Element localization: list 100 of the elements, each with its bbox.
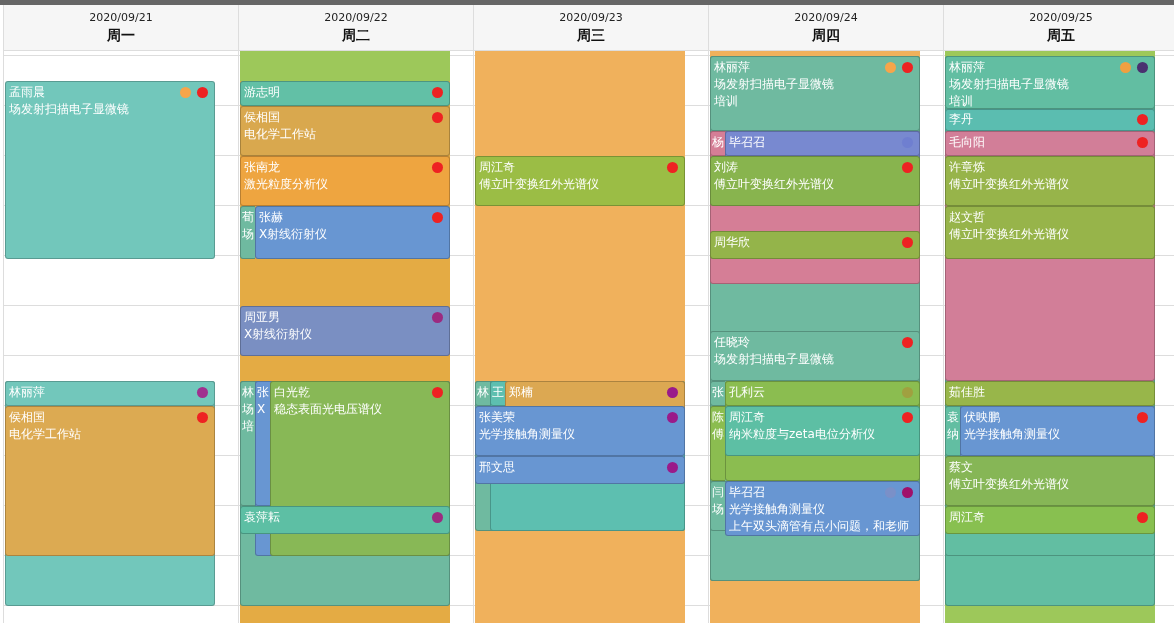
event-detail: 光学接触角测量仪 — [964, 426, 1060, 443]
event-person: 毕召召 — [729, 483, 765, 501]
calendar-event[interactable]: 林丽萍 场发射扫描电子显微镜 培训 — [710, 56, 920, 131]
event-detail: 电化学工作站 — [244, 126, 316, 143]
calendar-event[interactable]: 邢文思 — [475, 456, 685, 484]
calendar-event[interactable]: 张美荣 光学接触角测量仪 — [475, 406, 685, 456]
event-person: 林 — [242, 383, 254, 401]
event-detail: 光学接触角测量仪 — [729, 501, 825, 518]
calendar-event[interactable]: 陈 傅 — [710, 406, 725, 481]
calendar-event[interactable]: 袁萍耘 — [240, 506, 450, 534]
event-person: 张赫 — [259, 208, 283, 226]
calendar-event[interactable]: 任晓玲 场发射扫描电子显微镜 — [710, 331, 920, 381]
event-person: 侯相国 — [244, 108, 280, 126]
calendar-event[interactable]: 毕召召 — [725, 131, 920, 156]
event-person: 任晓玲 — [714, 333, 750, 351]
event-detail: 纳米粒度与zeta电位分析仪 — [729, 426, 875, 443]
calendar-event[interactable]: 袁 纳 — [945, 406, 960, 456]
event-person: 李丹 — [949, 111, 973, 128]
event-person: 周江奇 — [479, 158, 515, 176]
calendar-event[interactable]: 蔡文 傅立叶变换红外光谱仪 — [945, 456, 1155, 506]
calendar-event[interactable]: 林 — [475, 381, 490, 406]
day-weekday: 周三 — [577, 26, 605, 45]
calendar-event[interactable]: 李丹 — [945, 108, 1155, 131]
calendar-event[interactable]: 周江奇 傅立叶变换红外光谱仪 — [475, 156, 685, 206]
event-detail: 傅立叶变换红外光谱仪 — [714, 176, 834, 193]
calendar-event[interactable]: 荀 场 — [240, 206, 255, 259]
calendar-event[interactable]: 林丽萍 — [5, 381, 215, 406]
calendar-event[interactable]: 周华欣 — [710, 231, 920, 259]
event-person: 蔡文 — [949, 458, 973, 476]
event-person: 周亚男 — [244, 308, 280, 326]
calendar-event[interactable]: 茹佳胜 — [945, 381, 1155, 406]
calendar-event[interactable]: 王 — [490, 381, 505, 406]
calendar-event[interactable]: 孔利云 — [725, 381, 920, 406]
event-person: 邢文思 — [479, 458, 515, 476]
calendar-event[interactable]: 周江奇 纳米粒度与zeta电位分析仪 — [725, 406, 920, 456]
calendar-event[interactable]: 许章炼 傅立叶变换红外光谱仪 — [945, 156, 1155, 206]
event-detail: 上午双头滴管有点小问题，和老师 — [729, 518, 909, 535]
event-person: 林丽萍 — [949, 58, 985, 76]
calendar-event[interactable]: 刘涛 傅立叶变换红外光谱仪 — [710, 156, 920, 206]
calendar-event[interactable]: 林丽萍 场发射扫描电子显微镜 培训 — [945, 56, 1155, 109]
day-date: 2020/09/25 — [1029, 10, 1093, 24]
event-person: 孟雨晨 — [9, 83, 45, 101]
calendar-event[interactable]: 伏映鹏 光学接触角测量仪 — [960, 406, 1155, 456]
event-person: 杨 — [712, 133, 724, 151]
calendar-event[interactable]: 林 场 培 — [240, 381, 255, 506]
calendar-event[interactable]: 张 — [710, 381, 725, 406]
event-detail: 傅立叶变换红外光谱仪 — [949, 476, 1069, 493]
event-person: 张 — [257, 383, 269, 401]
calendar-event[interactable]: 毛向阳 — [945, 131, 1155, 156]
event-person: 伏映鹏 — [964, 408, 1000, 426]
calendar-event[interactable]: 张南龙 激光粒度分析仪 — [240, 156, 450, 206]
event-person: 茹佳胜 — [949, 383, 985, 401]
event-detail: 傅立叶变换红外光谱仪 — [949, 176, 1069, 193]
event-person: 侯相国 — [9, 408, 45, 426]
event-person: 林丽萍 — [714, 58, 750, 76]
calendar-event[interactable]: 张赫 X射线衍射仪 — [255, 206, 450, 259]
event-person: 赵文哲 — [949, 208, 985, 226]
event-person: 张 — [712, 383, 724, 401]
calendar-event[interactable]: 张 X — [255, 381, 270, 506]
calendar-event[interactable]: 毕召召 光学接触角测量仪 上午双头滴管有点小问题，和老师 — [725, 481, 920, 536]
calendar-event[interactable]: 杨 — [710, 131, 725, 156]
event-person: 周江奇 — [949, 508, 985, 526]
event-detail: 培训 — [714, 93, 738, 110]
day-date: 2020/09/22 — [324, 10, 388, 24]
event-detail: 场发射扫描电子显微镜 — [714, 76, 834, 93]
calendar-event[interactable]: 侯相国 电化学工作站 — [240, 106, 450, 156]
event-detail: 培训 — [949, 93, 973, 108]
event-person: 毛向阳 — [949, 133, 985, 151]
event-person: 林 — [477, 383, 489, 401]
event-person: 荀 — [242, 208, 254, 226]
calendar-event[interactable]: 游志明 — [240, 81, 450, 106]
event-detail: 场 — [712, 501, 724, 518]
event-detail: 培 — [242, 418, 254, 435]
calendar-event[interactable]: 孟雨晨 场发射扫描电子显微镜 — [5, 81, 215, 259]
event-person: 毕召召 — [729, 133, 765, 151]
event-detail: 激光粒度分析仪 — [244, 176, 328, 193]
event-person: 周江奇 — [729, 408, 765, 426]
calendar-event[interactable]: 周江奇 — [945, 506, 1155, 534]
event-person: 袁 — [947, 408, 959, 426]
event-detail: 傅立叶变换红外光谱仪 — [479, 176, 599, 193]
day-weekday: 周一 — [107, 26, 135, 45]
calendar-event[interactable]: 周亚男 X射线衍射仪 — [240, 306, 450, 356]
event-detail: 光学接触角测量仪 — [479, 426, 575, 443]
event-person: 王 — [492, 383, 504, 401]
event-detail: X射线衍射仪 — [244, 326, 313, 343]
day-date: 2020/09/21 — [89, 10, 153, 24]
event-person: 郑楠 — [509, 383, 533, 401]
calendar-event[interactable]: 赵文哲 傅立叶变换红外光谱仪 — [945, 206, 1155, 259]
event-person: 周华欣 — [714, 233, 750, 251]
event-detail: 场 — [242, 401, 254, 418]
day-weekday: 周二 — [342, 26, 370, 45]
event-detail: X — [257, 401, 266, 418]
event-person: 陈 — [712, 408, 724, 426]
event-person: 张南龙 — [244, 158, 280, 176]
event-detail: 场 — [242, 226, 254, 243]
calendar-event[interactable]: 闫 场 — [710, 481, 725, 531]
event-detail: 电化学工作站 — [9, 426, 81, 443]
day-weekday: 周五 — [1047, 26, 1075, 45]
event-detail: 纳 — [947, 426, 959, 443]
calendar-event[interactable]: 侯相国 电化学工作站 — [5, 406, 215, 556]
